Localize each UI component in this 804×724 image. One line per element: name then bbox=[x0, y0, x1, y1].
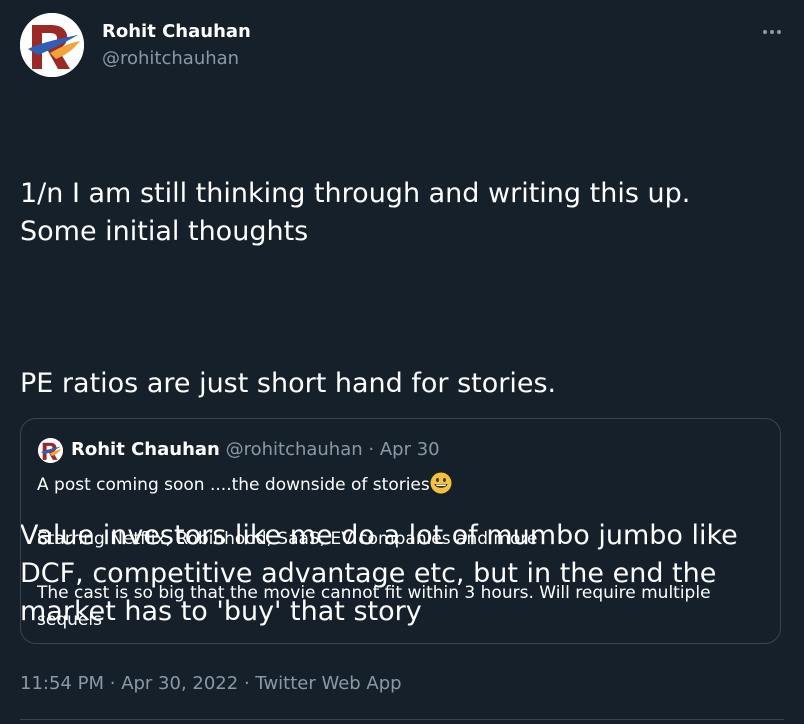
tweet-meta: 11:54 PM · Apr 30, 2022 · Twitter Web Ap… bbox=[20, 672, 402, 696]
quoted-tweet[interactable]: Rohit Chauhan @rohitchauhan · Apr 30 A p… bbox=[20, 418, 781, 644]
author-name[interactable]: Rohit Chauhan bbox=[102, 20, 251, 44]
meta-separator: · bbox=[109, 673, 116, 694]
quoted-line: A post coming soon ....the downside of s… bbox=[37, 472, 757, 499]
quoted-line: Starring Netflix, Robinhood, SaaS, EV co… bbox=[37, 529, 538, 549]
tweet-paragraph: PE ratios are just short hand for storie… bbox=[20, 368, 557, 399]
more-dot bbox=[777, 30, 781, 34]
quoted-line: The cast is so big that the movie cannot… bbox=[37, 583, 711, 630]
quoted-author-name: Rohit Chauhan bbox=[71, 439, 220, 460]
author-avatar[interactable] bbox=[20, 13, 84, 77]
quoted-tweet-body: A post coming soon ....the downside of s… bbox=[37, 472, 757, 634]
meta-separator: · bbox=[243, 673, 250, 694]
quoted-separator: · bbox=[368, 439, 375, 460]
more-dot bbox=[763, 30, 767, 34]
tweet-card: Rohit Chauhan @rohitchauhan 1/n I am sti… bbox=[0, 0, 804, 724]
quoted-author-avatar bbox=[38, 438, 63, 463]
grinning-face-emoji bbox=[430, 472, 452, 494]
tweet-source[interactable]: Twitter Web App bbox=[255, 673, 401, 694]
more-dot bbox=[770, 30, 774, 34]
tweet-paragraph: 1/n I am still thinking through and writ… bbox=[20, 178, 691, 247]
quoted-date: Apr 30 bbox=[379, 439, 440, 460]
divider bbox=[20, 719, 784, 720]
tweet-date[interactable]: Apr 30, 2022 bbox=[121, 673, 238, 694]
quoted-author-handle: @rohitchauhan bbox=[225, 439, 363, 460]
author-avatar-logo bbox=[20, 13, 84, 77]
tweet-time[interactable]: 11:54 PM bbox=[20, 673, 104, 694]
quoted-tweet-header: Rohit Chauhan @rohitchauhan · Apr 30 bbox=[71, 438, 440, 462]
more-horizontal-icon[interactable] bbox=[758, 22, 786, 42]
quoted-avatar-logo bbox=[38, 438, 63, 463]
quoted-line-text: A post coming soon ....the downside of s… bbox=[37, 475, 430, 495]
author-handle[interactable]: @rohitchauhan bbox=[102, 47, 239, 71]
